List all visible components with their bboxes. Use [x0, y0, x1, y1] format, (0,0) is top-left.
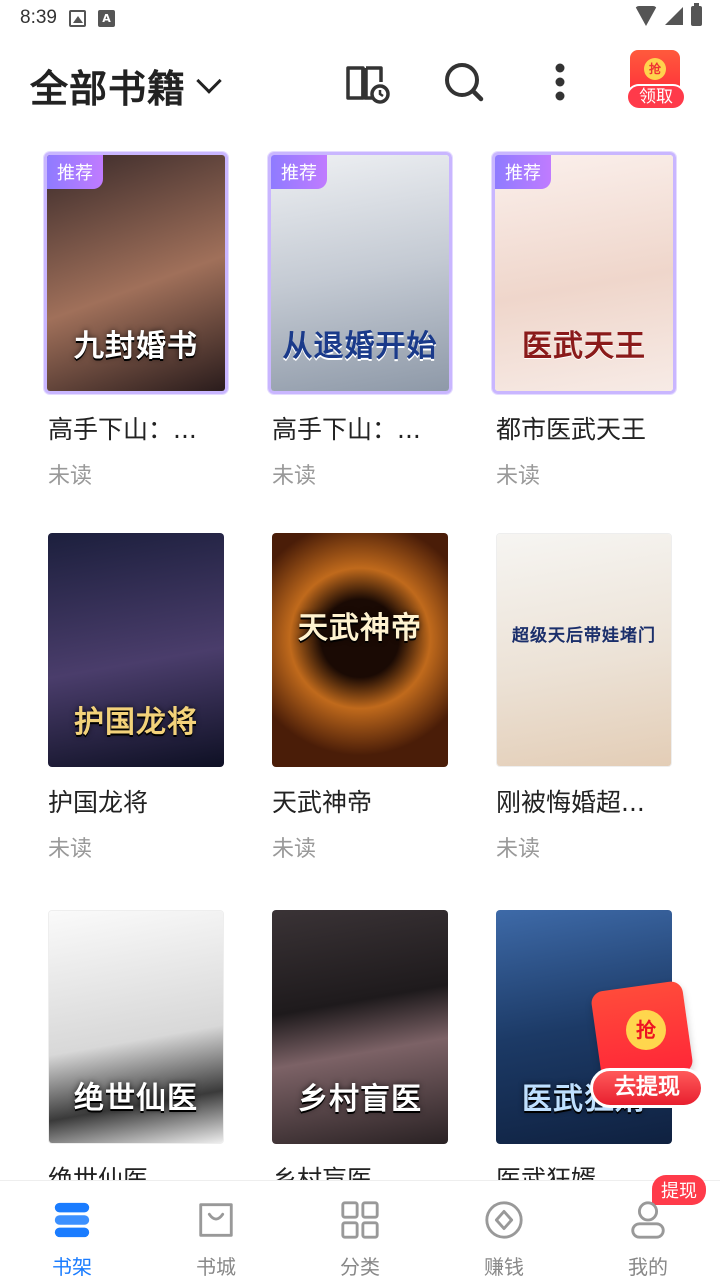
more-vertical-icon [555, 63, 565, 101]
read-status: 未读 [272, 464, 317, 489]
book-title: 高手下山：... [272, 415, 421, 444]
recommend-tag: 推荐 [47, 155, 103, 189]
book-history-icon [346, 66, 390, 104]
red-envelope-promo-button[interactable]: 抢 领取 [622, 50, 690, 112]
status-time: 8:39 [20, 7, 57, 28]
book-cover: 绝世仙医 [48, 910, 224, 1144]
tab-label: 书架 [52, 1255, 92, 1279]
recommend-tag: 推荐 [271, 155, 327, 189]
read-status: 未读 [496, 837, 541, 862]
search-button[interactable] [440, 58, 488, 106]
cover-title: 九封婚书 [74, 329, 198, 364]
book-cover: 推荐 九封婚书 [44, 152, 228, 394]
cover-title: 天武神帝 [298, 611, 422, 646]
book-item[interactable]: 推荐 医武天王 都市医武天王 未读 [492, 152, 676, 490]
book-filter-dropdown[interactable]: 全部书籍 [30, 58, 222, 113]
read-status: 未读 [496, 464, 541, 489]
search-icon [445, 63, 484, 102]
battery-icon [691, 3, 702, 26]
cover-title: 护国龙将 [74, 705, 198, 740]
tab-profile[interactable]: 提现 我的 [576, 1175, 720, 1280]
cover-title: 从退婚开始 [282, 329, 438, 364]
book-item[interactable]: 推荐 九封婚书 高手下山：... 未读 [44, 152, 228, 490]
withdraw-promo-button[interactable]: 抢 去提现 [590, 980, 706, 1108]
book-cover: 推荐 医武天王 [492, 152, 676, 394]
book-cover: 护国龙将 [48, 533, 224, 767]
book-cover: 乡村盲医 [272, 910, 448, 1144]
page-title: 全部书籍 [30, 67, 187, 111]
shopping-bag-icon [199, 1203, 233, 1237]
tab-bookstore[interactable]: 书城 [144, 1181, 288, 1280]
promo-label: 领取 [626, 84, 686, 110]
book-title: 护国龙将 [48, 788, 149, 817]
withdraw-label: 去提现 [590, 1068, 704, 1108]
tab-label: 赚钱 [484, 1255, 524, 1279]
cover-title: 乡村盲医 [298, 1082, 422, 1117]
more-button[interactable] [536, 58, 584, 106]
book-item[interactable]: 天武神帝 天武神帝 未读 [272, 533, 452, 863]
chevron-down-icon [196, 67, 222, 94]
book-title: 都市医武天王 [496, 415, 647, 444]
tab-label: 我的 [628, 1255, 668, 1279]
image-notification-icon [68, 9, 86, 27]
book-item[interactable]: 推荐 从退婚开始 高手下山：... 未读 [268, 152, 452, 490]
grab-coin-icon: 抢 [626, 1010, 666, 1050]
book-cover: 推荐 从退婚开始 [268, 152, 452, 394]
book-item[interactable]: 护国龙将 护国龙将 未读 [48, 533, 228, 863]
header: 全部书籍 抢 领取 [0, 44, 720, 124]
book-cover: 天武神帝 [272, 533, 448, 767]
read-status: 未读 [272, 837, 317, 862]
cover-art [497, 534, 671, 766]
tab-category[interactable]: 分类 [288, 1181, 432, 1280]
category-grid-icon [341, 1201, 379, 1239]
status-bar: 8:39 A [0, 0, 720, 36]
book-item[interactable]: 超级天后带娃堵门 刚被悔婚超... 未读 [496, 533, 676, 863]
tab-earn[interactable]: 赚钱 [432, 1181, 576, 1280]
read-status: 未读 [48, 837, 93, 862]
tab-label: 书城 [196, 1255, 236, 1279]
book-item[interactable]: 绝世仙医 绝世仙医 [48, 910, 228, 1208]
cover-title: 超级天后带娃堵门 [512, 626, 656, 646]
read-status: 未读 [48, 464, 93, 489]
tab-label: 分类 [340, 1255, 380, 1279]
book-title: 刚被悔婚超... [496, 788, 645, 817]
coin-icon [485, 1201, 523, 1239]
a-notification-icon: A [97, 9, 115, 27]
book-title: 高手下山：... [48, 415, 197, 444]
bookshelf-icon [54, 1202, 90, 1238]
cover-title: 医武天王 [522, 329, 646, 364]
cellular-signal-icon [665, 7, 683, 25]
cover-title: 绝世仙医 [74, 1081, 198, 1116]
book-cover: 超级天后带娃堵门 [496, 533, 672, 767]
book-item[interactable]: 乡村盲医 乡村盲医 [272, 910, 452, 1208]
reading-history-button[interactable] [342, 58, 390, 106]
wifi-icon [635, 6, 657, 26]
cover-art [272, 533, 448, 767]
recommend-tag: 推荐 [495, 155, 551, 189]
bottom-nav: 书架 书城 分类 赚钱 提现 我的 [0, 1175, 720, 1280]
book-title: 天武神帝 [272, 788, 373, 817]
tab-bookshelf[interactable]: 书架 [0, 1181, 144, 1280]
grab-coin-icon: 抢 [644, 58, 666, 80]
profile-icon [631, 1201, 665, 1239]
